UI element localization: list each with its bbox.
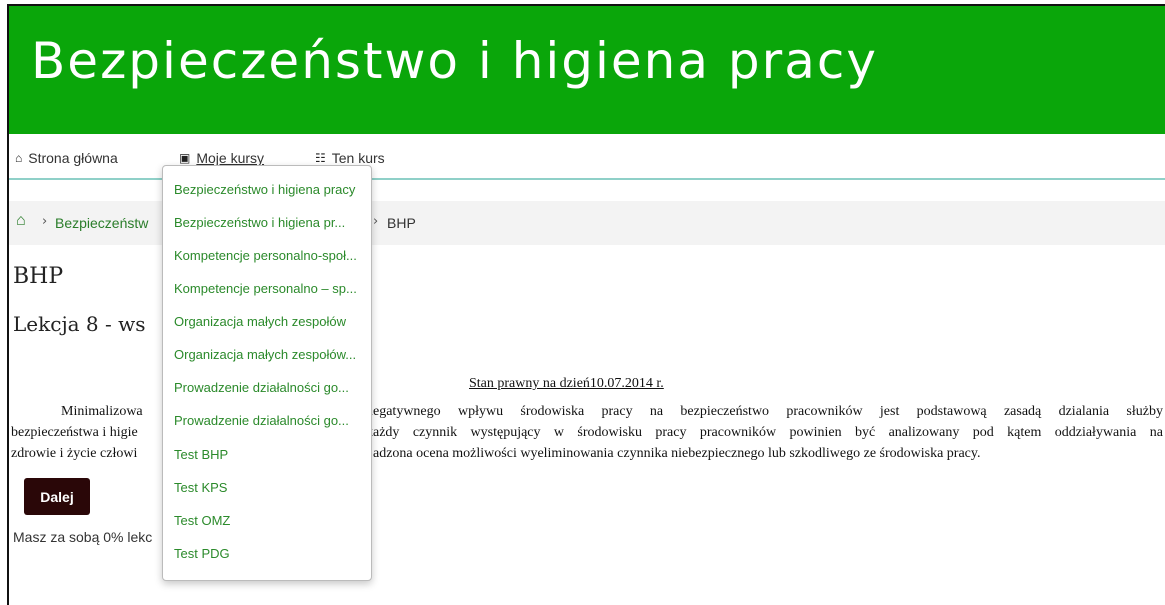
breadcrumb-home-icon[interactable]: ⌂	[16, 212, 26, 230]
sitemap-icon: ☷	[315, 151, 326, 165]
site-header: Bezpieczeństwo i higiena pracy	[9, 6, 1165, 134]
dropdown-item-course[interactable]: Kompetencje personalno – sp...	[174, 281, 357, 296]
page-title: BHP	[13, 264, 64, 289]
breadcrumb-separator-icon: ›	[373, 214, 379, 229]
legal-status-date: Stan prawny na dzień10.07.2014 r.	[469, 376, 664, 391]
breadcrumb-separator-icon: ›	[42, 214, 48, 229]
paragraph-line: negatywnego wpływu środowiska pracy na b…	[366, 404, 1163, 419]
home-icon: ⌂	[15, 151, 23, 165]
nav-my-courses-label: Moje kursy	[196, 150, 265, 166]
paragraph-line: adzona ocena możliwości wyeliminowania c…	[373, 446, 981, 461]
dropdown-item-test[interactable]: Test OMZ	[174, 513, 230, 528]
dropdown-item-test[interactable]: Test BHP	[174, 447, 228, 462]
lesson-title: Lekcja 8 - ws	[13, 312, 146, 336]
site-title[interactable]: Bezpieczeństwo i higiena pracy	[31, 32, 878, 90]
dropdown-item-course[interactable]: Kompetencje personalno-społ...	[174, 248, 357, 263]
breadcrumb-item-course[interactable]: Bezpieczeństw	[55, 215, 148, 231]
my-courses-dropdown: Bezpieczeństwo i higiena pracy Bezpiecze…	[162, 165, 372, 581]
app-window: Bezpieczeństwo i higiena pracy ⌂ Strona …	[7, 4, 1165, 605]
breadcrumb-item-current: BHP	[387, 215, 416, 231]
dropdown-item-course[interactable]: Prowadzenie działalności go...	[174, 413, 349, 428]
nav-my-courses[interactable]: ▣ Moje kursy	[179, 150, 264, 166]
nav-home-label: Strona główna	[28, 150, 118, 166]
dropdown-item-course[interactable]: Organizacja małych zespołów	[174, 314, 346, 329]
paragraph-line: każdy czynnik występujący w środowisku p…	[366, 425, 1163, 440]
dropdown-item-test[interactable]: Test KPS	[174, 480, 227, 495]
nav-home[interactable]: ⌂ Strona główna	[15, 150, 118, 166]
paragraph-line: zdrowie i życie człowi	[11, 446, 138, 461]
paragraph-line: Minimalizowa	[61, 404, 143, 419]
paragraph-line: bezpieczeństwa i higie	[11, 425, 138, 440]
dropdown-item-course[interactable]: Bezpieczeństwo i higiena pr...	[174, 215, 345, 230]
briefcase-icon: ▣	[179, 151, 191, 165]
dropdown-item-course[interactable]: Prowadzenie działalności go...	[174, 380, 349, 395]
dropdown-item-course[interactable]: Organizacja małych zespołów...	[174, 347, 356, 362]
dropdown-item-test[interactable]: Test PDG	[174, 546, 230, 561]
progress-text: Masz za sobą 0% lekc	[13, 529, 153, 545]
nav-this-course-label: Ten kurs	[331, 150, 385, 166]
nav-this-course[interactable]: ☷ Ten kurs	[315, 150, 385, 166]
next-button[interactable]: Dalej	[24, 478, 90, 515]
dropdown-item-course[interactable]: Bezpieczeństwo i higiena pracy	[174, 182, 355, 197]
